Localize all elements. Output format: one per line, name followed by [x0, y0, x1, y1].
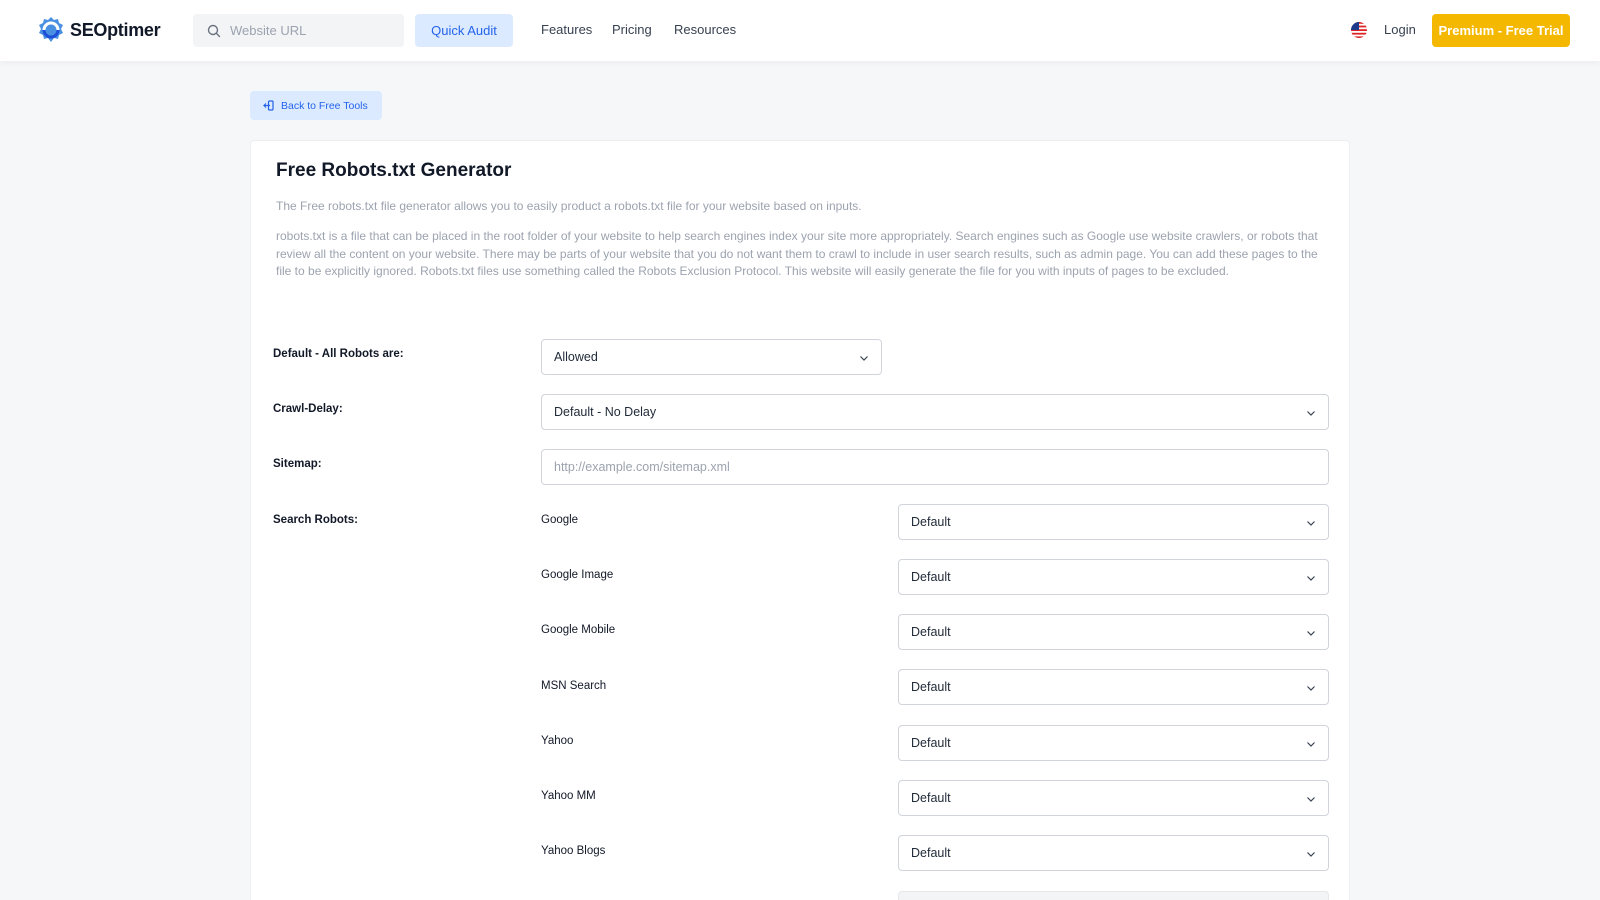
logo-gear-icon — [39, 17, 63, 42]
top-navbar: SEOptimer Quick Audit Features Pricing R… — [0, 0, 1600, 61]
chevron-down-icon — [1307, 686, 1315, 691]
robot-yahoo-mm-select[interactable]: Default — [898, 780, 1329, 816]
description-text: robots.txt is a file that can be placed … — [276, 229, 1318, 279]
search-icon — [207, 24, 221, 37]
robot-google-mobile-select[interactable]: Default — [898, 614, 1329, 650]
robot-name: Google Mobile — [541, 624, 616, 636]
sitemap-label: Sitemap: — [273, 458, 322, 470]
website-url-input[interactable] — [230, 23, 390, 38]
login-link[interactable]: Login — [1384, 22, 1416, 37]
search-robots-label: Search Robots: — [273, 514, 358, 526]
robot-name: Yahoo Blogs — [541, 845, 606, 857]
robot-next-select-partial[interactable] — [898, 891, 1329, 900]
chevron-down-icon — [1307, 742, 1315, 747]
robot-yahoo-blogs-select[interactable]: Default — [898, 835, 1329, 871]
back-label: Back to Free Tools — [281, 99, 368, 112]
intro-text: The Free robots.txt file generator allow… — [276, 199, 862, 213]
chevron-down-icon — [1307, 411, 1315, 416]
robot-value: Default — [911, 570, 951, 584]
quick-audit-button[interactable]: Quick Audit — [415, 14, 513, 47]
robot-value: Default — [911, 791, 951, 805]
chevron-down-icon — [1307, 521, 1315, 526]
robot-google-image-select[interactable]: Default — [898, 559, 1329, 595]
crawl-delay-value: Default - No Delay — [554, 405, 657, 419]
crawl-delay-select[interactable]: Default - No Delay — [541, 394, 1329, 430]
sitemap-input[interactable] — [541, 449, 1329, 485]
robot-msn-search-select[interactable]: Default — [898, 669, 1329, 705]
robot-value: Default — [911, 736, 951, 750]
back-to-free-tools-button[interactable]: Back to Free Tools — [250, 91, 382, 120]
chevron-down-icon — [1307, 631, 1315, 636]
generator-card: Free Robots.txt Generator The Free robot… — [250, 140, 1350, 900]
crawl-delay-label: Crawl-Delay: — [273, 403, 343, 415]
nav-resources[interactable]: Resources — [674, 22, 736, 37]
robot-google-select[interactable]: Default — [898, 504, 1329, 540]
robot-name: Yahoo MM — [541, 790, 596, 802]
default-robots-value: Allowed — [554, 350, 598, 364]
nav-features[interactable]: Features — [541, 22, 592, 37]
robot-name: MSN Search — [541, 680, 607, 692]
robot-value: Default — [911, 680, 951, 694]
robot-name: Google Image — [541, 569, 614, 581]
robot-value: Default — [911, 625, 951, 639]
page-title: Free Robots.txt Generator — [276, 160, 512, 181]
us-flag-icon[interactable] — [1351, 22, 1367, 38]
nav-pricing[interactable]: Pricing — [612, 22, 652, 37]
chevron-down-icon — [1307, 852, 1315, 857]
default-robots-select[interactable]: Allowed — [541, 339, 882, 375]
default-robots-label: Default - All Robots are: — [273, 348, 404, 360]
logo-text: SEOptimer — [70, 19, 161, 40]
premium-free-trial-button[interactable]: Premium - Free Trial — [1432, 14, 1570, 47]
website-url-search[interactable] — [193, 14, 404, 47]
robot-name: Yahoo — [541, 735, 574, 747]
robot-yahoo-select[interactable]: Default — [898, 725, 1329, 761]
seoptimer-logo[interactable]: SEOptimer — [34, 13, 161, 47]
chevron-down-icon — [1307, 576, 1315, 581]
chevron-down-icon — [860, 356, 868, 361]
robot-name: Google — [541, 514, 579, 526]
robot-value: Default — [911, 515, 951, 529]
robot-value: Default — [911, 846, 951, 860]
chevron-down-icon — [1307, 797, 1315, 802]
back-arrow-icon — [263, 100, 274, 111]
